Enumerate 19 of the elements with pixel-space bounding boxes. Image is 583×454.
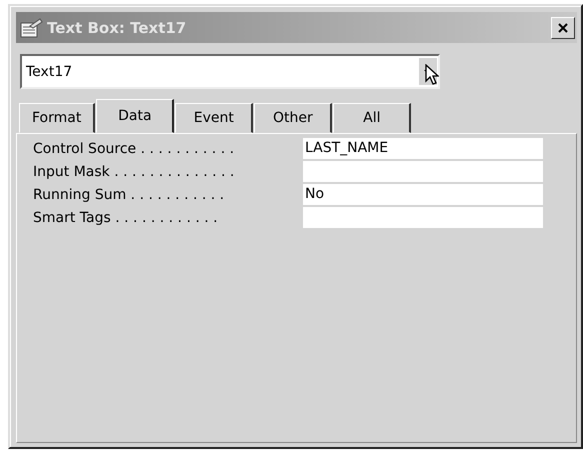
property-value-field[interactable]: LAST_NAME <box>303 138 543 159</box>
mouse-pointer-icon <box>425 64 439 86</box>
tab[interactable]: Data <box>96 99 174 133</box>
window-title: Text Box: Text17 <box>47 18 188 36</box>
tab[interactable]: Format <box>19 103 96 133</box>
property-label: Running Sum . . . . . . . . . . . <box>33 186 226 202</box>
tab[interactable]: All <box>333 103 412 133</box>
properties-icon <box>20 18 44 38</box>
object-dropdown[interactable]: Text17 <box>20 54 440 89</box>
tab[interactable]: Event <box>175 103 254 133</box>
property-label: Smart Tags . . . . . . . . . . . . <box>33 210 219 226</box>
property-value-field[interactable]: No <box>303 184 543 205</box>
property-label: Control Source . . . . . . . . . . . <box>33 140 236 156</box>
close-icon <box>558 22 568 32</box>
close-button[interactable] <box>551 16 575 38</box>
property-value-field[interactable] <box>303 161 543 182</box>
tab[interactable]: Other <box>254 103 332 133</box>
property-value-field[interactable] <box>303 207 543 228</box>
property-label: Input Mask . . . . . . . . . . . . . . <box>33 164 236 180</box>
